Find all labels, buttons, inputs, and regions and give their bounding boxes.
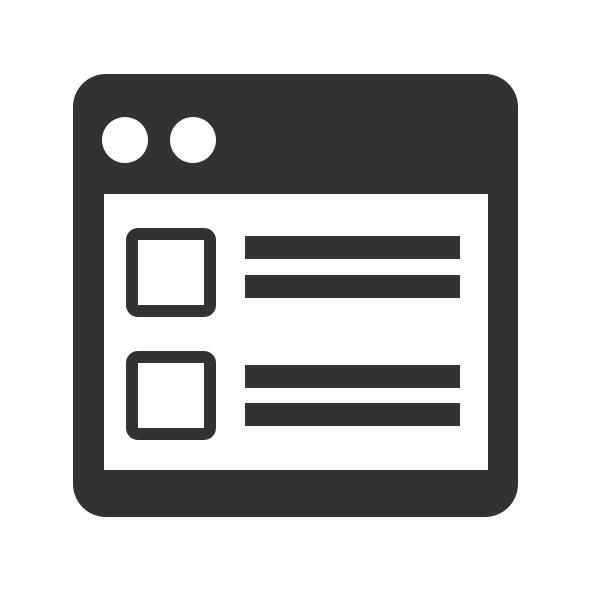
icon-canvas (0, 0, 591, 591)
window-dot-1 (102, 117, 148, 163)
text-line-icon (245, 403, 460, 426)
text-line-icon (245, 236, 460, 259)
window-dot-2 (170, 117, 216, 163)
text-line-icon (245, 365, 460, 388)
browser-window-checklist-icon (73, 74, 518, 517)
text-line-icon (245, 275, 460, 298)
